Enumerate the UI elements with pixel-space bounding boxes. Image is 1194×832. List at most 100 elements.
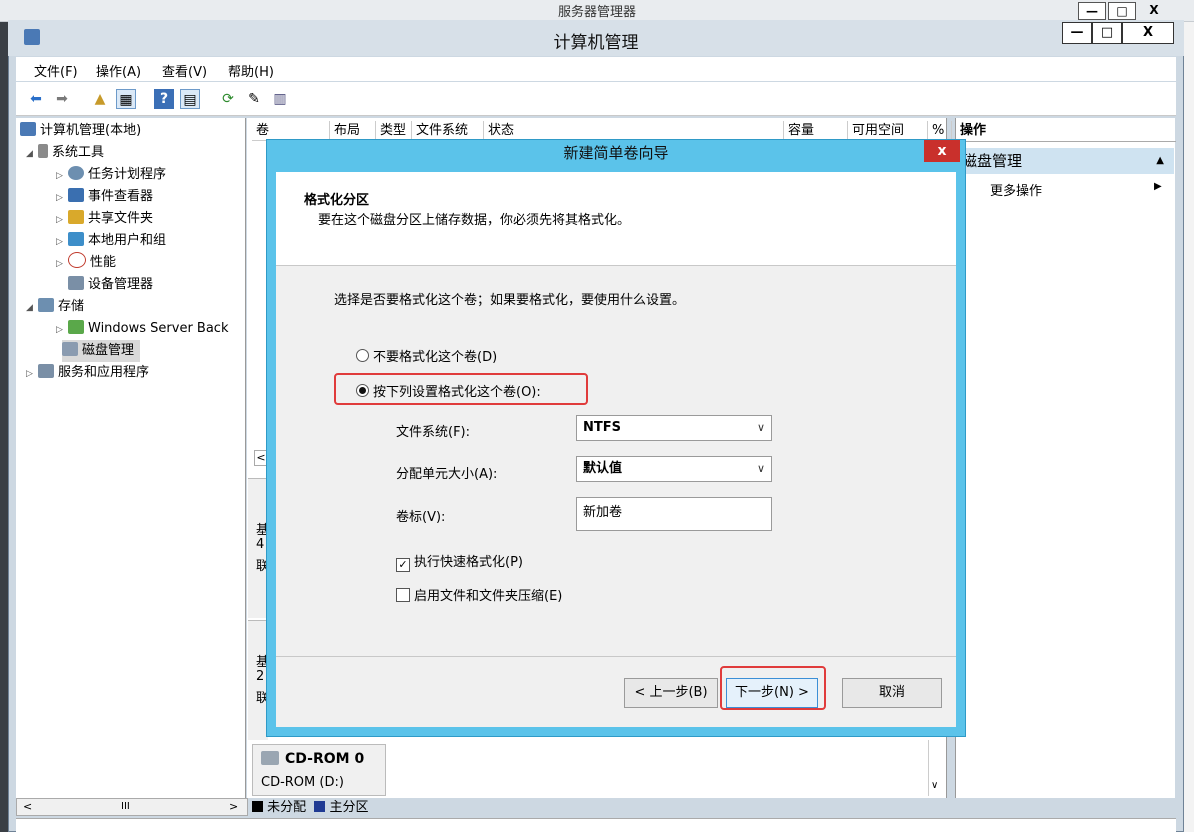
background-minimize-button[interactable]: — (1078, 2, 1106, 20)
column-header: 卷 布局 类型 文件系统 状态 容量 可用空间 % (252, 121, 952, 141)
vertical-scrollbar[interactable]: ∨ (928, 740, 944, 796)
backup-icon (68, 320, 84, 334)
menu-file[interactable]: 文件(F) (34, 61, 78, 80)
tree-task-scheduler[interactable]: ▷ 任务计划程序 (56, 164, 166, 186)
properties-icon[interactable]: ✎ (244, 89, 264, 109)
quick-format-checkbox[interactable]: ✓ 执行快速格式化(P) (396, 551, 523, 572)
actions-section-disk-management[interactable]: 磁盘管理 ▲ (956, 148, 1174, 174)
actions-header: 操作 (956, 120, 1176, 142)
refresh-icon[interactable]: ⟳ (218, 89, 238, 109)
submenu-arrow-icon: ▶ (1154, 181, 1162, 192)
radio-selected-icon[interactable] (356, 384, 369, 397)
tree-system-tools[interactable]: ◢ 系统工具 (26, 142, 104, 164)
close-button[interactable]: X (1122, 22, 1174, 44)
scroll-thumb[interactable]: III (121, 801, 130, 812)
tree-performance[interactable]: ▷ 性能 (56, 252, 116, 274)
primary-partition-swatch (314, 801, 326, 812)
format-prompt: 选择是否要格式化这个卷；如果要格式化，要使用什么设置。 (334, 293, 686, 308)
radio-unselected-icon[interactable] (356, 349, 369, 362)
background-maximize-button[interactable]: □ (1108, 2, 1136, 20)
menu-help[interactable]: 帮助(H) (228, 61, 274, 80)
tree-root[interactable]: 计算机管理(本地) (20, 120, 141, 142)
tools-icon (38, 144, 48, 158)
services-icon (38, 364, 54, 378)
help-icon[interactable]: ? (154, 89, 174, 109)
expand-arrow-icon[interactable]: ▷ (56, 187, 68, 209)
scroll-right-button[interactable]: > (229, 800, 238, 813)
dialog-subheading: 要在这个磁盘分区上储存数据，你必须先将其格式化。 (318, 213, 631, 228)
actions-pane (955, 118, 1175, 798)
menu-action[interactable]: 操作(A) (96, 61, 141, 80)
tree-device-manager[interactable]: 设备管理器 (68, 274, 153, 296)
column-percent[interactable]: % (928, 121, 952, 141)
minimize-button[interactable]: — (1062, 22, 1092, 44)
column-layout[interactable]: 布局 (330, 121, 376, 141)
users-icon (68, 232, 84, 246)
dialog-separator (276, 656, 956, 657)
back-button[interactable]: < 上一步(B) (624, 678, 718, 708)
expand-arrow-icon[interactable]: ▷ (56, 253, 68, 275)
volume-label-label: 卷标(V): (396, 510, 446, 525)
expand-arrow-icon[interactable]: ▷ (56, 319, 68, 341)
tree-event-viewer[interactable]: ▷ 事件查看器 (56, 186, 153, 208)
expand-arrow-icon[interactable]: ▷ (56, 231, 68, 253)
dialog-close-button[interactable]: x (924, 140, 960, 162)
menu-view[interactable]: 查看(V) (162, 61, 207, 80)
scroll-left-button[interactable]: < (23, 800, 32, 813)
maximize-button[interactable]: □ (1092, 22, 1122, 44)
tree-backup[interactable]: ▷ Windows Server Back (56, 318, 229, 340)
navigation-tree: 计算机管理(本地) ◢ 系统工具 ▷ 任务计划程序 ▷ 事件查看器 ▷ 共享文件夹 ▷ 本… (16, 118, 246, 798)
tree-services[interactable]: ▷ 服务和应用程序 (26, 362, 149, 384)
cdrom-disk-row[interactable]: CD-ROM 0 CD-ROM (D:) (252, 744, 386, 796)
collapse-up-icon[interactable]: ▲ (1156, 148, 1164, 174)
back-arrow-icon[interactable]: ⬅ (26, 89, 46, 109)
collapse-arrow-icon[interactable]: ◢ (26, 143, 38, 165)
radio-no-format[interactable]: 不要格式化这个卷(D) (356, 346, 497, 365)
filesystem-label: 文件系统(F): (396, 425, 471, 440)
checkbox-unchecked-icon[interactable] (396, 588, 410, 602)
column-free-space[interactable]: 可用空间 (848, 121, 928, 141)
tree-horizontal-scrollbar[interactable]: < III > (16, 798, 248, 816)
clock-icon (68, 166, 84, 180)
column-filesystem[interactable]: 文件系统 (412, 121, 484, 141)
disk-management-icon (62, 342, 78, 356)
status-bar (16, 818, 1176, 832)
event-viewer-icon (68, 188, 84, 202)
tree-shared-folders[interactable]: ▷ 共享文件夹 (56, 208, 153, 230)
unallocated-swatch (252, 801, 263, 812)
disk-icon[interactable]: ▥ (270, 89, 290, 109)
more-actions-item[interactable]: 更多操作 (990, 180, 1042, 199)
allocation-size-select[interactable]: 默认值 ∨ (576, 456, 772, 482)
expand-arrow-icon[interactable]: ▷ (56, 209, 68, 231)
tree-disk-management[interactable]: 磁盘管理 (62, 340, 141, 362)
performance-icon (68, 252, 86, 268)
checkbox-checked-icon[interactable]: ✓ (396, 558, 410, 572)
up-folder-icon[interactable]: ▲ (90, 89, 110, 109)
background-window-title: 服务器管理器 (557, 5, 636, 20)
column-capacity[interactable]: 容量 (784, 121, 848, 141)
tree-storage[interactable]: ◢ 存储 (26, 296, 84, 318)
show-hide-tree-icon[interactable]: ▦ (116, 89, 136, 109)
next-button[interactable]: 下一步(N) > (726, 678, 818, 708)
legend: 未分配 主分区 (252, 799, 368, 817)
scroll-down-icon[interactable]: ∨ (931, 780, 938, 791)
collapse-arrow-icon[interactable]: ◢ (26, 297, 38, 319)
forward-arrow-icon[interactable]: ➡ (52, 89, 72, 109)
allocation-size-label: 分配单元大小(A): (396, 467, 498, 482)
expand-arrow-icon[interactable]: ▷ (26, 363, 38, 385)
disk-row: 基 2 联 (248, 620, 269, 740)
compression-checkbox[interactable]: 启用文件和文件夹压缩(E) (396, 585, 562, 604)
background-close-button[interactable]: X (1140, 2, 1168, 20)
radio-format[interactable]: 按下列设置格式化这个卷(O): (356, 381, 541, 400)
tree-local-users[interactable]: ▷ 本地用户和组 (56, 230, 166, 252)
cancel-button[interactable]: 取消 (842, 678, 942, 708)
chevron-down-icon: ∨ (756, 462, 765, 475)
column-type[interactable]: 类型 (376, 121, 412, 141)
volume-label-input[interactable]: 新加卷 (576, 497, 772, 531)
console-icon[interactable]: ▤ (180, 89, 200, 109)
column-volume[interactable]: 卷 (252, 121, 330, 141)
disk-row: 基 4 联 (248, 478, 269, 618)
column-status[interactable]: 状态 (484, 121, 784, 141)
expand-arrow-icon[interactable]: ▷ (56, 165, 68, 187)
filesystem-select[interactable]: NTFS ∨ (576, 415, 772, 441)
